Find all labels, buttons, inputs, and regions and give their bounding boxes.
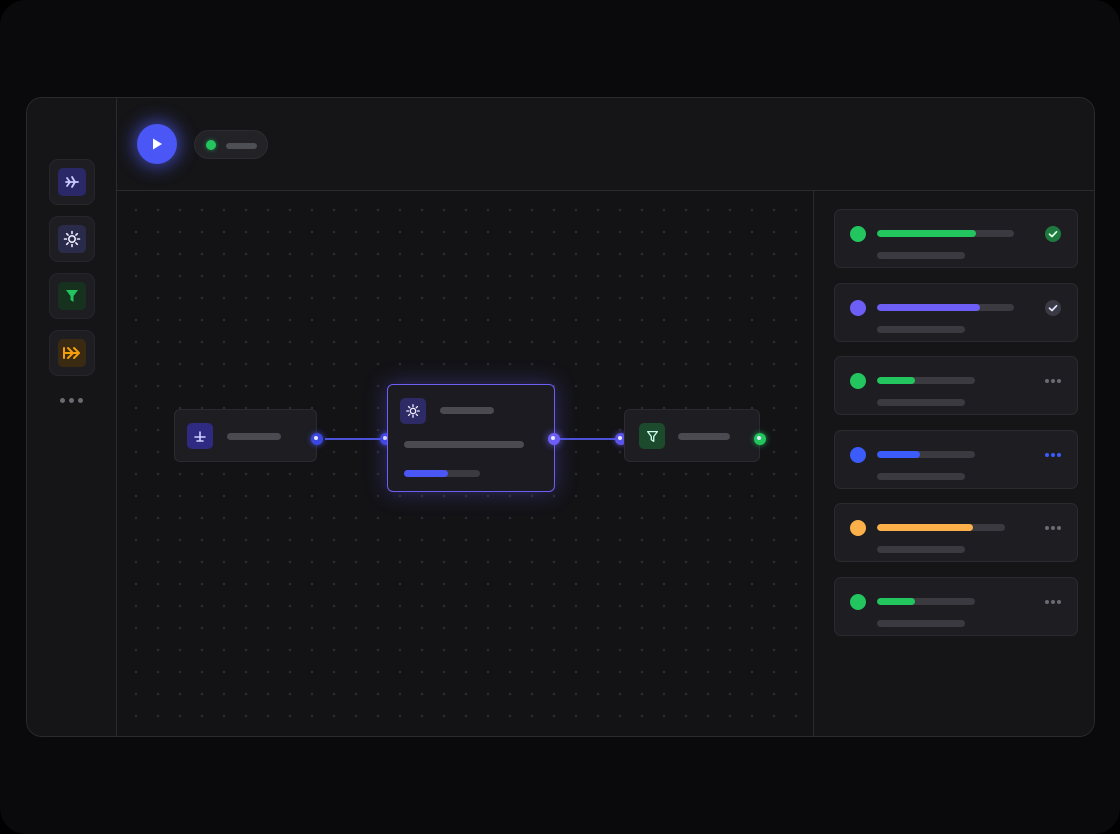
run-progress-track — [877, 450, 975, 458]
run-subtitle-placeholder — [877, 399, 965, 406]
run-card[interactable] — [834, 209, 1078, 268]
connector-line — [325, 438, 387, 440]
run-progress-track — [877, 230, 1014, 237]
workflow-canvas[interactable] — [117, 191, 813, 736]
run-progress-fill — [877, 524, 973, 531]
run-card[interactable] — [834, 429, 1078, 489]
run-progress-track — [877, 524, 1005, 531]
more-horizontal-icon[interactable] — [1045, 520, 1061, 536]
palette-item-transform[interactable] — [49, 216, 95, 262]
top-toolbar — [117, 98, 1094, 191]
palette-item-filter[interactable] — [49, 273, 95, 319]
plane-icon — [187, 423, 213, 449]
run-status-dot — [850, 373, 866, 389]
workflow-node-transform[interactable] — [387, 384, 555, 492]
check-circle-icon[interactable] — [1045, 226, 1061, 242]
run-card[interactable] — [834, 576, 1078, 636]
run-card[interactable] — [834, 503, 1078, 562]
status-label-placeholder — [226, 143, 257, 149]
run-history-panel — [813, 191, 1094, 736]
run-card[interactable] — [834, 356, 1078, 415]
node-progress-fill — [404, 470, 449, 477]
more-horizontal-icon[interactable] — [1045, 594, 1061, 610]
node-palette-sidebar — [27, 98, 117, 736]
status-indicator — [194, 130, 268, 159]
more-horizontal-icon[interactable] — [1045, 373, 1061, 389]
run-status-dot — [850, 593, 866, 610]
plane-icon — [58, 168, 86, 196]
check-circle-icon[interactable] — [1045, 299, 1061, 316]
run-progress-fill — [877, 450, 921, 458]
node-description-placeholder — [404, 441, 524, 448]
run-subtitle-placeholder — [877, 619, 965, 627]
palette-item-trigger[interactable] — [49, 159, 95, 205]
run-subtitle-placeholder — [877, 472, 965, 480]
run-progress-track — [877, 597, 975, 605]
connector-line — [555, 438, 623, 440]
node-progress-track — [404, 470, 480, 477]
run-progress-track — [877, 377, 975, 384]
run-status-dot — [850, 446, 866, 463]
app-frame — [0, 0, 1120, 834]
run-progress-fill — [877, 230, 976, 237]
sun-icon — [400, 398, 426, 424]
output-port[interactable] — [754, 433, 766, 445]
workflow-editor-window — [26, 97, 1095, 737]
filter-icon — [58, 282, 86, 310]
run-subtitle-placeholder — [877, 252, 965, 259]
run-progress-fill — [877, 303, 980, 311]
node-title-placeholder — [227, 433, 281, 440]
sun-icon — [58, 225, 86, 253]
more-horizontal-icon[interactable] — [1045, 447, 1061, 463]
run-progress-track — [877, 303, 1014, 311]
output-port[interactable] — [311, 433, 323, 445]
arrow-right-icon — [58, 339, 86, 367]
workflow-node-filter[interactable] — [624, 409, 760, 462]
output-port[interactable] — [548, 433, 560, 445]
run-card[interactable] — [834, 282, 1078, 342]
run-subtitle-placeholder — [877, 546, 965, 553]
workflow-node-trigger[interactable] — [174, 409, 317, 462]
run-status-dot — [850, 226, 866, 242]
more-horizontal-icon[interactable] — [60, 398, 83, 403]
run-status-dot — [850, 520, 866, 536]
run-progress-fill — [877, 597, 916, 605]
play-icon — [153, 138, 162, 150]
node-title-placeholder — [678, 433, 730, 440]
run-progress-fill — [877, 377, 916, 384]
status-dot — [206, 140, 216, 150]
run-status-dot — [850, 299, 866, 316]
palette-item-output[interactable] — [49, 330, 95, 376]
run-subtitle-placeholder — [877, 325, 965, 333]
filter-icon — [639, 423, 665, 449]
run-button[interactable] — [137, 124, 177, 164]
node-title-placeholder — [440, 407, 494, 414]
